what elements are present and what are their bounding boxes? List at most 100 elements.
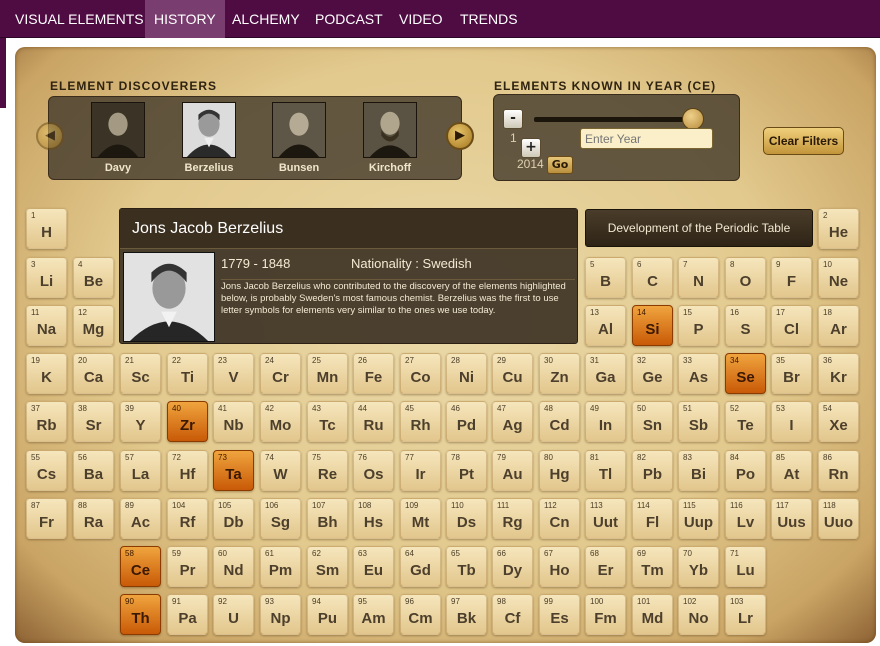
- element-tile[interactable]: 112 Cn: [539, 498, 580, 539]
- element-tile[interactable]: 117 Uus: [771, 498, 812, 539]
- element-tile[interactable]: 58 Ce: [120, 546, 161, 587]
- element-tile[interactable]: 37 Rb: [26, 401, 67, 442]
- element-tile[interactable]: 60 Nd: [213, 546, 254, 587]
- element-tile[interactable]: 45 Rh: [400, 401, 441, 442]
- tab-alchemy[interactable]: ALCHEMY: [223, 0, 309, 38]
- year-slider-handle[interactable]: [682, 108, 704, 130]
- element-tile[interactable]: 50 Sn: [632, 401, 673, 442]
- element-tile[interactable]: 71 Lu: [725, 546, 766, 587]
- clear-filters-button[interactable]: Clear Filters: [763, 127, 844, 155]
- element-tile[interactable]: 20 Ca: [73, 353, 114, 394]
- decrease-year-button[interactable]: -: [503, 109, 523, 129]
- element-tile[interactable]: 48 Cd: [539, 401, 580, 442]
- tab-video[interactable]: VIDEO: [390, 0, 452, 38]
- element-tile[interactable]: 14 Si: [632, 305, 673, 346]
- element-tile[interactable]: 116 Lv: [725, 498, 766, 539]
- element-tile[interactable]: 64 Gd: [400, 546, 441, 587]
- element-tile[interactable]: 21 Sc: [120, 353, 161, 394]
- element-tile[interactable]: 62 Sm: [307, 546, 348, 587]
- element-tile[interactable]: 68 Er: [585, 546, 626, 587]
- discoverer-berzelius[interactable]: Berzelius: [182, 102, 236, 174]
- development-periodic-table-button[interactable]: Development of the Periodic Table: [585, 209, 813, 247]
- element-tile[interactable]: 52 Te: [725, 401, 766, 442]
- element-tile[interactable]: 78 Pt: [446, 450, 487, 491]
- element-tile[interactable]: 42 Mo: [260, 401, 301, 442]
- element-tile[interactable]: 88 Ra: [73, 498, 114, 539]
- element-tile[interactable]: 33 As: [678, 353, 719, 394]
- element-tile[interactable]: 53 I: [771, 401, 812, 442]
- element-tile[interactable]: 12 Mg: [73, 305, 114, 346]
- element-tile[interactable]: 16 S: [725, 305, 766, 346]
- element-tile[interactable]: 2 He: [818, 208, 859, 249]
- element-tile[interactable]: 89 Ac: [120, 498, 161, 539]
- element-tile[interactable]: 110 Ds: [446, 498, 487, 539]
- element-tile[interactable]: 4 Be: [73, 257, 114, 298]
- tab-history[interactable]: HISTORY: [145, 0, 225, 38]
- element-tile[interactable]: 95 Am: [353, 594, 394, 635]
- element-tile[interactable]: 85 At: [771, 450, 812, 491]
- element-tile[interactable]: 61 Pm: [260, 546, 301, 587]
- element-tile[interactable]: 109 Mt: [400, 498, 441, 539]
- element-tile[interactable]: 103 Lr: [725, 594, 766, 635]
- element-tile[interactable]: 55 Cs: [26, 450, 67, 491]
- element-tile[interactable]: 41 Nb: [213, 401, 254, 442]
- element-tile[interactable]: 115 Uup: [678, 498, 719, 539]
- element-tile[interactable]: 99 Es: [539, 594, 580, 635]
- element-tile[interactable]: 90 Th: [120, 594, 161, 635]
- element-tile[interactable]: 113 Uut: [585, 498, 626, 539]
- element-tile[interactable]: 86 Rn: [818, 450, 859, 491]
- element-tile[interactable]: 25 Mn: [307, 353, 348, 394]
- tab-podcast[interactable]: PODCAST: [306, 0, 392, 38]
- tab-trends[interactable]: TRENDS: [451, 0, 527, 38]
- year-input[interactable]: [580, 128, 713, 149]
- element-tile[interactable]: 69 Tm: [632, 546, 673, 587]
- element-tile[interactable]: 91 Pa: [167, 594, 208, 635]
- year-slider-track[interactable]: [534, 117, 694, 122]
- element-tile[interactable]: 54 Xe: [818, 401, 859, 442]
- element-tile[interactable]: 93 Np: [260, 594, 301, 635]
- go-button[interactable]: Go: [547, 156, 573, 174]
- element-tile[interactable]: 97 Bk: [446, 594, 487, 635]
- element-tile[interactable]: 114 Fl: [632, 498, 673, 539]
- element-tile[interactable]: 66 Dy: [492, 546, 533, 587]
- element-tile[interactable]: 10 Ne: [818, 257, 859, 298]
- element-tile[interactable]: 101 Md: [632, 594, 673, 635]
- element-tile[interactable]: 82 Pb: [632, 450, 673, 491]
- element-tile[interactable]: 63 Eu: [353, 546, 394, 587]
- element-tile[interactable]: 18 Ar: [818, 305, 859, 346]
- element-tile[interactable]: 102 No: [678, 594, 719, 635]
- element-tile[interactable]: 11 Na: [26, 305, 67, 346]
- element-tile[interactable]: 40 Zr: [167, 401, 208, 442]
- element-tile[interactable]: 81 Tl: [585, 450, 626, 491]
- element-tile[interactable]: 76 Os: [353, 450, 394, 491]
- element-tile[interactable]: 59 Pr: [167, 546, 208, 587]
- element-tile[interactable]: 17 Cl: [771, 305, 812, 346]
- element-tile[interactable]: 27 Co: [400, 353, 441, 394]
- element-tile[interactable]: 7N: [678, 257, 719, 298]
- element-tile[interactable]: 1H: [26, 208, 67, 249]
- chevron-left-icon[interactable]: ◀: [36, 122, 64, 150]
- element-tile[interactable]: 84 Po: [725, 450, 766, 491]
- element-tile[interactable]: 5B: [585, 257, 626, 298]
- element-tile[interactable]: 46 Pd: [446, 401, 487, 442]
- element-tile[interactable]: 47 Ag: [492, 401, 533, 442]
- element-tile[interactable]: 8O: [725, 257, 766, 298]
- element-tile[interactable]: 39 Y: [120, 401, 161, 442]
- element-tile[interactable]: 92 U: [213, 594, 254, 635]
- element-tile[interactable]: 67 Ho: [539, 546, 580, 587]
- element-tile[interactable]: 57 La: [120, 450, 161, 491]
- element-tile[interactable]: 28 Ni: [446, 353, 487, 394]
- element-tile[interactable]: 108 Hs: [353, 498, 394, 539]
- element-tile[interactable]: 26 Fe: [353, 353, 394, 394]
- element-tile[interactable]: 31 Ga: [585, 353, 626, 394]
- element-tile[interactable]: 34 Se: [725, 353, 766, 394]
- element-tile[interactable]: 111 Rg: [492, 498, 533, 539]
- element-tile[interactable]: 107 Bh: [307, 498, 348, 539]
- discoverer-davy[interactable]: Davy: [91, 102, 145, 174]
- element-tile[interactable]: 35 Br: [771, 353, 812, 394]
- element-tile[interactable]: 65 Tb: [446, 546, 487, 587]
- element-tile[interactable]: 79 Au: [492, 450, 533, 491]
- element-tile[interactable]: 100 Fm: [585, 594, 626, 635]
- element-tile[interactable]: 38 Sr: [73, 401, 114, 442]
- element-tile[interactable]: 105 Db: [213, 498, 254, 539]
